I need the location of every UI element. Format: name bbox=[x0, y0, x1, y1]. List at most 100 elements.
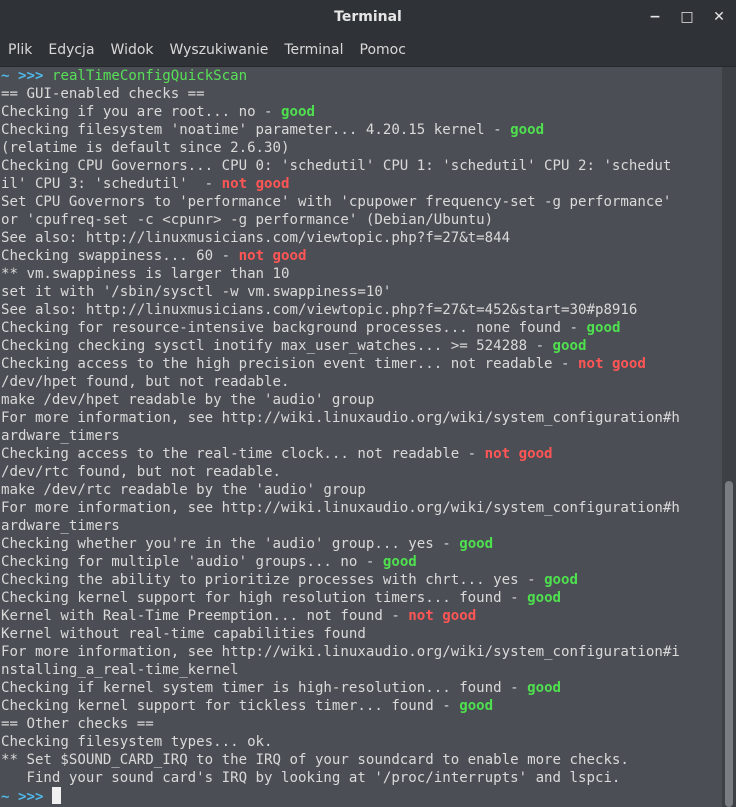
output-text: Checking whether you're in the 'audio' g… bbox=[1, 536, 460, 552]
maximize-icon[interactable]: □ bbox=[680, 10, 694, 24]
output-text: Set CPU Governors to 'performance' with … bbox=[1, 194, 672, 210]
status-not-good: not good bbox=[484, 446, 553, 462]
output-line: See also: http://linuxmusicians.com/view… bbox=[0, 301, 722, 319]
output-text: Checking checking sysctl inotify max_use… bbox=[1, 338, 553, 354]
output-text: For more information, see http://wiki.li… bbox=[1, 644, 680, 660]
output-text: See also: http://linuxmusicians.com/view… bbox=[1, 302, 638, 318]
status-good: good bbox=[527, 680, 562, 696]
output-line: ** vm.swappiness is larger than 10 bbox=[0, 265, 722, 283]
status-not-good: not good bbox=[238, 248, 307, 264]
output-line: See also: http://linuxmusicians.com/view… bbox=[0, 229, 722, 247]
output-text: Checking for multiple 'audio' groups... … bbox=[1, 554, 383, 570]
menu-edycja[interactable]: Edycja bbox=[40, 42, 102, 58]
output-line: ardware_timers bbox=[0, 427, 722, 445]
scrollbar-thumb[interactable] bbox=[725, 481, 733, 807]
output-text: Checking filesystem 'noatime' parameter.… bbox=[1, 122, 511, 138]
output-line: Checking if kernel system timer is high-… bbox=[0, 679, 722, 697]
status-good: good bbox=[527, 590, 562, 606]
command-prompt-line: ~ >>> realTimeConfigQuickScan bbox=[0, 67, 722, 85]
output-lines: == GUI-enabled checks == Checking if you … bbox=[0, 85, 722, 787]
close-icon[interactable]: ✕ bbox=[712, 10, 726, 24]
output-text: == Other checks == bbox=[1, 716, 154, 732]
output-line: /dev/hpet found, but not readable. bbox=[0, 373, 722, 391]
output-line: ardware_timers bbox=[0, 517, 722, 535]
menu-terminal[interactable]: Terminal bbox=[276, 42, 351, 58]
prompt-tilde: ~ bbox=[1, 68, 10, 84]
output-line: make /dev/hpet readable by the 'audio' g… bbox=[0, 391, 722, 409]
output-text: Checking if you are root... no - bbox=[1, 104, 282, 120]
output-text: Checking for resource-intensive backgrou… bbox=[1, 320, 587, 336]
status-good: good bbox=[544, 572, 579, 588]
output-line: For more information, see http://wiki.li… bbox=[0, 643, 722, 661]
menu-widok[interactable]: Widok bbox=[103, 42, 162, 58]
output-text: make /dev/rtc readable by the 'audio' gr… bbox=[1, 482, 366, 498]
output-text: ** vm.swappiness is larger than 10 bbox=[1, 266, 290, 282]
output-text: ardware_timers bbox=[1, 428, 120, 444]
output-text: Checking access to the real-time clock..… bbox=[1, 446, 485, 462]
command-text: realTimeConfigQuickScan bbox=[51, 68, 248, 84]
output-text: ardware_timers bbox=[1, 518, 120, 534]
status-good: good bbox=[382, 554, 417, 570]
prompt-tilde: ~ bbox=[1, 789, 10, 805]
title-bar[interactable]: Terminal − □ ✕ bbox=[0, 0, 736, 34]
menu-plik[interactable]: Plik bbox=[0, 42, 40, 58]
output-line: ** Set $SOUND_CARD_IRQ to the IRQ of you… bbox=[0, 751, 722, 769]
output-line: == Other checks == bbox=[0, 715, 722, 733]
terminal-window: Terminal − □ ✕ Plik Edycja Widok Wyszuki… bbox=[0, 0, 736, 807]
status-not-good: not good bbox=[408, 608, 477, 624]
status-good: good bbox=[510, 122, 545, 138]
output-line: Set CPU Governors to 'performance' with … bbox=[0, 193, 722, 211]
vertical-scrollbar[interactable] bbox=[722, 67, 736, 807]
menu-bar: Plik Edycja Widok Wyszukiwanie Terminal … bbox=[0, 34, 736, 67]
active-prompt-line[interactable]: ~ >>> bbox=[0, 787, 722, 805]
output-line: Checking access to the real-time clock..… bbox=[0, 445, 722, 463]
output-text: ** Set $SOUND_CARD_IRQ to the IRQ of you… bbox=[1, 752, 629, 768]
output-line: For more information, see http://wiki.li… bbox=[0, 409, 722, 427]
output-text: Kernel without real-time capabilities fo… bbox=[1, 626, 366, 642]
output-text: /dev/rtc found, but not readable. bbox=[1, 464, 282, 480]
status-not-good: not good bbox=[221, 176, 290, 192]
output-line: Checking CPU Governors... CPU 0: 'schedu… bbox=[0, 157, 722, 175]
output-line: Checking kernel support for high resolut… bbox=[0, 589, 722, 607]
status-good: good bbox=[459, 536, 494, 552]
menu-pomoc[interactable]: Pomoc bbox=[352, 42, 414, 58]
minimize-icon[interactable]: − bbox=[648, 10, 662, 24]
output-text: Checking kernel support for high resolut… bbox=[1, 590, 528, 606]
output-line: Checking whether you're in the 'audio' g… bbox=[0, 535, 722, 553]
output-line: (relatime is default since 2.6.30) bbox=[0, 139, 722, 157]
output-text: (relatime is default since 2.6.30) bbox=[1, 140, 290, 156]
output-line: il' CPU 3: 'schedutil' - not good bbox=[0, 175, 722, 193]
output-text: For more information, see http://wiki.li… bbox=[1, 500, 680, 516]
output-line: Checking kernel support for tickless tim… bbox=[0, 697, 722, 715]
prompt-arrows: >>> bbox=[18, 789, 44, 805]
output-text: or 'cpufreq-set -c <cpunr> -g performanc… bbox=[1, 212, 494, 228]
status-good: good bbox=[552, 338, 587, 354]
output-text: Checking access to the high precision ev… bbox=[1, 356, 578, 372]
terminal-output[interactable]: ~ >>> realTimeConfigQuickScan == GUI-ena… bbox=[0, 67, 722, 807]
output-text: Kernel with Real-Time Preemption... not … bbox=[1, 608, 409, 624]
output-text: Checking if kernel system timer is high-… bbox=[1, 680, 528, 696]
output-line: make /dev/rtc readable by the 'audio' gr… bbox=[0, 481, 722, 499]
output-line: Checking checking sysctl inotify max_use… bbox=[0, 337, 722, 355]
output-line: nstalling_a_real-time_kernel bbox=[0, 661, 722, 679]
output-line: == GUI-enabled checks == bbox=[0, 85, 722, 103]
output-text: /dev/hpet found, but not readable. bbox=[1, 374, 290, 390]
output-line: /dev/rtc found, but not readable. bbox=[0, 463, 722, 481]
output-text: Checking the ability to prioritize proce… bbox=[1, 572, 545, 588]
output-text: il' CPU 3: 'schedutil' - bbox=[1, 176, 222, 192]
output-text: See also: http://linuxmusicians.com/view… bbox=[1, 230, 511, 246]
output-line: Checking swappiness... 60 - not good bbox=[0, 247, 722, 265]
output-text: make /dev/hpet readable by the 'audio' g… bbox=[1, 392, 375, 408]
output-text: Checking CPU Governors... CPU 0: 'schedu… bbox=[1, 158, 672, 174]
status-good: good bbox=[281, 104, 315, 120]
window-title: Terminal bbox=[334, 9, 402, 25]
window-controls: − □ ✕ bbox=[648, 0, 726, 34]
menu-wyszukiwanie[interactable]: Wyszukiwanie bbox=[162, 42, 277, 58]
output-text: Checking kernel support for tickless tim… bbox=[1, 698, 460, 714]
output-line: Find your sound card's IRQ by looking at… bbox=[0, 769, 722, 787]
output-line: Checking filesystem 'noatime' parameter.… bbox=[0, 121, 722, 139]
output-line: or 'cpufreq-set -c <cpunr> -g performanc… bbox=[0, 211, 722, 229]
output-line: Checking for resource-intensive backgrou… bbox=[0, 319, 722, 337]
output-text: Find your sound card's IRQ by looking at… bbox=[1, 770, 621, 786]
output-line: Checking the ability to prioritize proce… bbox=[0, 571, 722, 589]
